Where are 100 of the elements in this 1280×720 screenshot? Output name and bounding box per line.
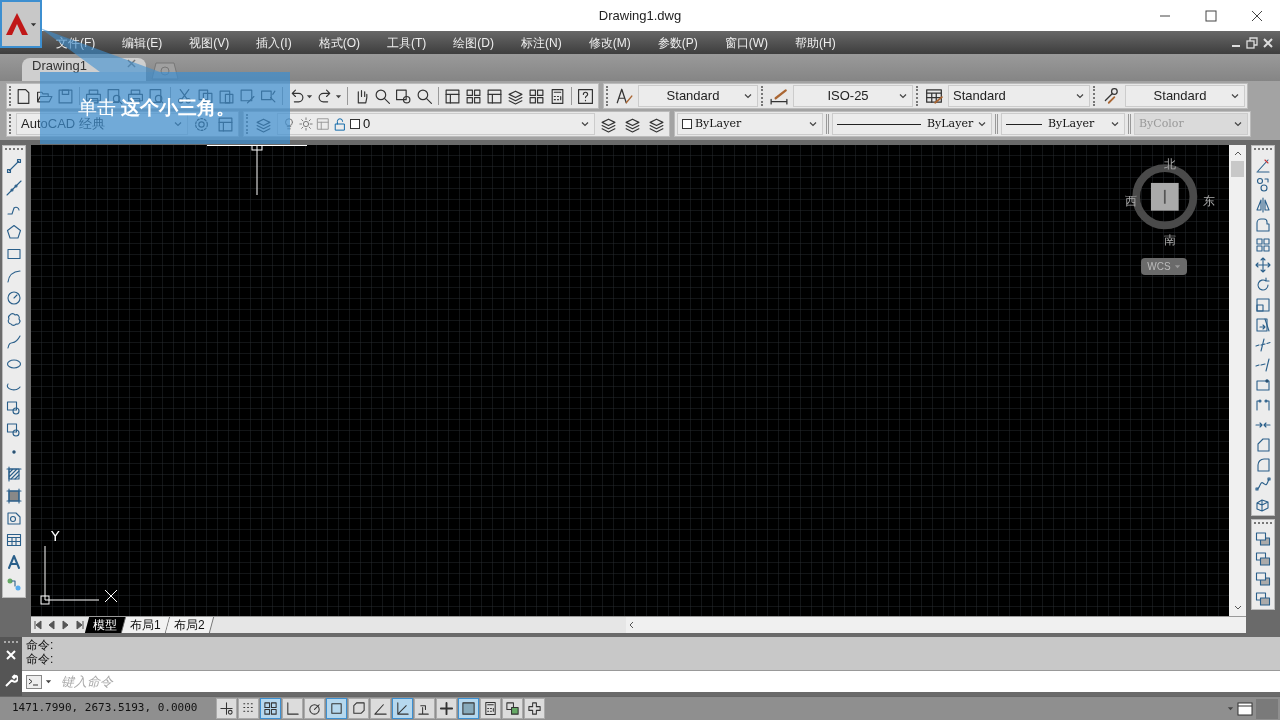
compass-label[interactable]: 南 (1164, 231, 1176, 249)
explode-icon[interactable] (1255, 497, 1271, 513)
toolbar-grip[interactable] (761, 86, 765, 106)
resize-grip[interactable] (1256, 698, 1278, 719)
first-page-icon[interactable] (32, 619, 44, 631)
toolbar-grip[interactable] (9, 86, 13, 106)
construction-line-icon[interactable] (6, 180, 22, 196)
break-at-point-icon[interactable] (1255, 377, 1271, 393)
ellipse-icon[interactable] (6, 356, 22, 372)
toolbar-grip[interactable] (5, 148, 23, 152)
color-dropdown[interactable]: ByLayer (677, 113, 823, 135)
erase-icon[interactable] (1255, 157, 1271, 173)
drawing-canvas[interactable]: 北 西 东 南 WCS Y (31, 145, 1229, 616)
window-icon[interactable] (1237, 700, 1253, 717)
compass-label[interactable]: 东 (1203, 192, 1215, 210)
menu-item[interactable]: 工具(T) (381, 33, 433, 52)
previous-icon[interactable] (46, 619, 58, 631)
toolbar-grip[interactable] (1093, 86, 1097, 106)
toolbar-grip[interactable] (606, 86, 610, 106)
chevron-down-icon[interactable] (743, 91, 753, 101)
properties-panel-icon[interactable] (444, 87, 461, 105)
wrench-icon[interactable] (4, 674, 18, 688)
caret-icon[interactable] (306, 92, 313, 100)
region-icon[interactable] (6, 510, 22, 526)
layout-tab[interactable]: 布局1 (121, 617, 170, 633)
make-block-icon[interactable] (6, 422, 22, 438)
fillet-icon[interactable] (1255, 457, 1271, 473)
menu-item[interactable]: 插入(I) (250, 33, 298, 52)
restore-icon[interactable] (1246, 36, 1258, 49)
layout-tab[interactable]: 模型 (84, 617, 127, 633)
toolbar-grip[interactable] (916, 86, 920, 106)
zoom-icon[interactable] (416, 87, 433, 105)
hatch-icon[interactable] (6, 466, 22, 482)
offset-icon[interactable] (1255, 217, 1271, 233)
spline-icon[interactable] (6, 334, 22, 350)
palette-grip[interactable] (4, 641, 18, 644)
table-style-icon[interactable] (925, 87, 943, 105)
menu-item[interactable]: 窗口(W) (718, 33, 774, 52)
new-file-icon[interactable] (15, 87, 32, 105)
line-icon[interactable] (6, 158, 22, 174)
menu-item[interactable]: 视图(V) (183, 33, 236, 52)
lock-icon[interactable] (333, 117, 347, 131)
chamfer-icon[interactable] (1255, 437, 1271, 453)
vertical-scrollbar[interactable] (1229, 145, 1246, 616)
horizontal-scrollbar[interactable] (626, 617, 1246, 633)
toolbar-grip[interactable] (9, 114, 13, 134)
chevron-down-icon[interactable] (580, 119, 590, 129)
last-page-icon[interactable] (74, 619, 86, 631)
polygon-icon[interactable] (6, 224, 22, 240)
text-icon[interactable] (6, 554, 22, 570)
zoom-window-icon[interactable] (395, 87, 412, 105)
chevron-down-icon[interactable] (1075, 91, 1085, 101)
copy-icon[interactable] (1255, 177, 1271, 193)
trim-icon[interactable] (1255, 337, 1271, 353)
break-icon[interactable] (1255, 397, 1271, 413)
gradient-icon[interactable] (6, 488, 22, 504)
circle-icon[interactable] (6, 290, 22, 306)
menu-item[interactable]: 参数(P) (651, 33, 704, 52)
blend-curves-icon[interactable] (1255, 477, 1271, 493)
extend-icon[interactable] (1255, 357, 1271, 373)
toolbar-grip[interactable] (1254, 148, 1272, 152)
menu-item[interactable]: 格式(O) (312, 33, 366, 52)
chevron-down-icon[interactable] (1110, 119, 1120, 129)
linetype-dropdown[interactable]: ByLayer (832, 113, 992, 135)
text-style-icon[interactable] (615, 87, 633, 105)
menu-item[interactable]: 绘图(D) (447, 33, 500, 52)
command-prompt-icon[interactable] (26, 674, 42, 689)
grid-panel-icon[interactable] (465, 87, 482, 105)
scale-icon[interactable] (1255, 297, 1271, 313)
arc-icon[interactable] (6, 268, 22, 284)
caret-icon[interactable] (30, 20, 37, 28)
style-dropdown[interactable]: Standard (1125, 85, 1245, 107)
array-icon[interactable] (1255, 237, 1271, 253)
stretch-icon[interactable] (1255, 317, 1271, 333)
help-icon[interactable] (577, 87, 594, 105)
dimension-style-icon[interactable] (770, 87, 788, 105)
menu-item[interactable]: 标注(N) (515, 33, 568, 52)
zoom-icon[interactable] (374, 87, 391, 105)
style-dropdown[interactable]: Standard (638, 85, 758, 107)
scroll-thumb[interactable] (1231, 161, 1244, 177)
send-under-icon[interactable] (1255, 591, 1271, 607)
chevron-down-icon[interactable] (808, 119, 818, 129)
menu-item[interactable]: 文件(F) (50, 33, 102, 52)
insert-block-icon[interactable] (6, 400, 22, 416)
style-dropdown[interactable]: ISO-25 (793, 85, 913, 107)
multileader-style-icon[interactable] (1102, 87, 1120, 105)
bring-above-icon[interactable] (1255, 571, 1271, 587)
bring-to-front-icon[interactable] (1255, 531, 1271, 547)
menu-item[interactable]: 编辑(E) (116, 33, 169, 52)
compass-label[interactable]: 西 (1125, 192, 1137, 210)
send-to-back-icon[interactable] (1255, 551, 1271, 567)
menu-item[interactable]: 帮助(H) (789, 33, 842, 52)
chevron-down-icon[interactable] (977, 119, 987, 129)
rectangle-icon[interactable] (6, 246, 22, 262)
mirror-icon[interactable] (1255, 197, 1271, 213)
chevron-down-icon[interactable] (898, 91, 908, 101)
calculator-icon[interactable] (549, 87, 566, 105)
menu-item[interactable]: 修改(M) (582, 33, 637, 52)
table-icon[interactable] (6, 532, 22, 548)
compass-label[interactable]: 北 (1164, 155, 1176, 173)
